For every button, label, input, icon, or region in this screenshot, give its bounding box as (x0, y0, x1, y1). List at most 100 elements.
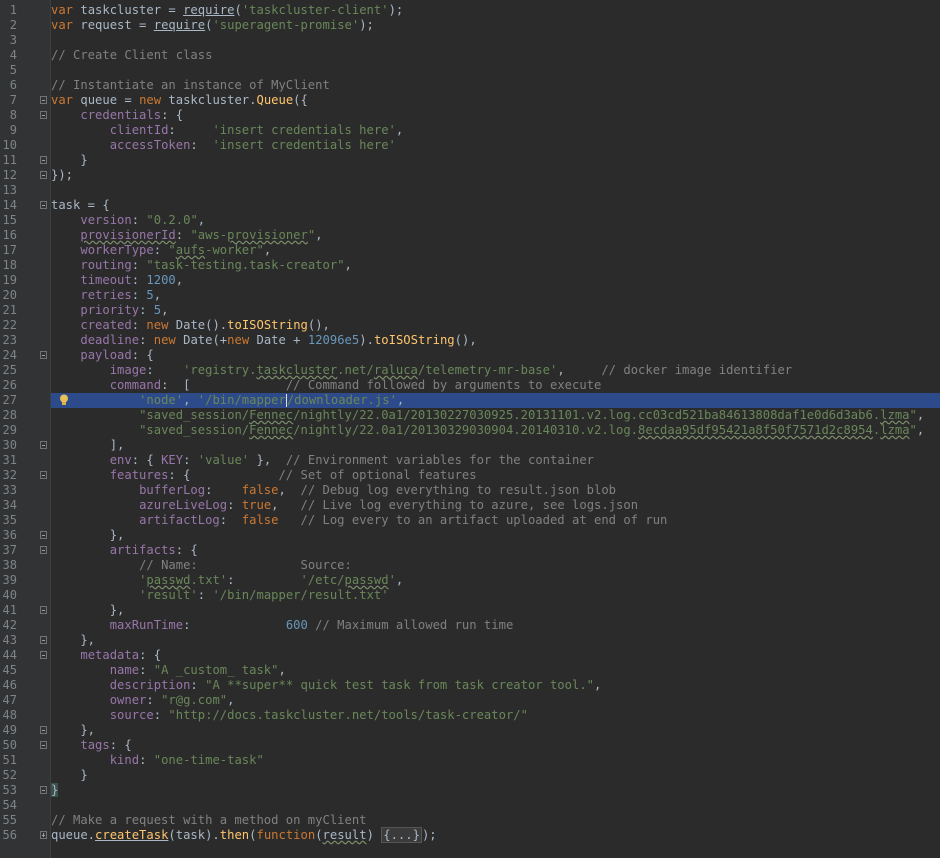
line-number: 30 (2, 438, 17, 452)
code-line[interactable]: 36 }, (0, 528, 940, 543)
lightbulb-icon[interactable] (59, 394, 69, 405)
code-token: function (256, 828, 316, 842)
fold-collapse-icon[interactable] (40, 351, 47, 359)
code-line[interactable]: 33 bufferLog: false, // Debug log everyt… (0, 483, 940, 498)
code-line[interactable]: 31 env: { KEY: 'value' }, // Environment… (0, 453, 940, 468)
code-token: 'result' (139, 588, 198, 602)
code-line[interactable]: 5 (0, 63, 940, 78)
code-line[interactable]: 38 // Name: Source: (0, 558, 940, 573)
line-number: 55 (2, 813, 17, 827)
code-line[interactable]: 1 var taskcluster = require('taskcluster-… (0, 3, 940, 18)
fold-collapse-icon[interactable] (40, 726, 47, 734)
code-line[interactable]: 54 (0, 798, 940, 813)
code-line[interactable]: 48 source: "http://docs.taskcluster.net/… (0, 708, 940, 723)
code-line[interactable]: 47 owner: "r@g.com", (0, 693, 940, 708)
code-line[interactable]: 8 credentials: { (0, 108, 940, 123)
code-line[interactable]: 39 'passwd.txt': '/etc/passwd', (0, 573, 940, 588)
code-line[interactable]: 40 'result': '/bin/mapper/result.txt' (0, 588, 940, 603)
code-line[interactable]: 32 features: { // Set of optional featur… (0, 468, 940, 483)
code-token: : (153, 708, 169, 722)
code-token: /downloader.js' (286, 393, 397, 407)
code-line[interactable]: 21 priority: 5, (0, 303, 940, 318)
code-line[interactable]: 55 // Make a request with a method on myC… (0, 813, 940, 828)
code-line[interactable]: 26 command: [ // Command followed by arg… (0, 378, 940, 393)
code-line[interactable]: 56 queue.createTask(task).then(function(r… (0, 827, 940, 843)
code-line[interactable]: 37 artifacts: { (0, 543, 940, 558)
code-line[interactable]: 7 var queue = new taskcluster.Queue({ (0, 93, 940, 108)
line-number: 49 (2, 723, 17, 737)
line-number: 28 (2, 408, 17, 422)
code-line[interactable]: 15 version: "0.2.0", (0, 213, 940, 228)
line-number: 2 (9, 18, 17, 32)
fold-expand-icon[interactable] (40, 831, 47, 839)
code-line[interactable]: 16 provisionerId: "aws-provisioner", (0, 228, 940, 243)
fold-collapse-icon[interactable] (40, 471, 47, 479)
code-line[interactable]: 50 tags: { (0, 738, 940, 753)
code-line[interactable]: 35 artifactLog: false // Log every to an… (0, 513, 940, 528)
code-token: metadata (80, 648, 140, 662)
code-token: 600 (285, 618, 308, 632)
fold-collapse-icon[interactable] (40, 546, 47, 554)
fold-collapse-icon[interactable] (40, 636, 47, 644)
code-line[interactable]: 10 accessToken: 'insert credentials here… (0, 138, 940, 153)
code-line[interactable]: 30 ], (0, 438, 940, 453)
code-line[interactable]: 20 retries: 5, (0, 288, 940, 303)
fold-collapse-icon[interactable] (40, 606, 47, 614)
code-line[interactable]: 13 (0, 183, 940, 198)
code-line[interactable]: 53} (0, 783, 940, 798)
code-text: features: { // Set of optional features (51, 468, 477, 483)
code-token: : { (131, 348, 154, 362)
code-line[interactable]: 46 description: "A **super** quick test … (0, 678, 940, 693)
code-line[interactable]: 23 deadline: new Date(+new Date + 12096e… (0, 333, 940, 348)
code-editor[interactable]: 1 var taskcluster = require('taskcluster-… (0, 0, 940, 858)
code-line[interactable]: 17 workerType: "aufs-worker", (0, 243, 940, 258)
fold-collapse-icon[interactable] (40, 156, 47, 164)
fold-collapse-icon[interactable] (40, 96, 47, 104)
code-line[interactable]: 22 created: new Date().toISOString(), (0, 318, 940, 333)
fold-collapse-icon[interactable] (40, 531, 47, 539)
fold-collapse-icon[interactable] (40, 741, 47, 749)
code-line[interactable]: 28 "saved_session/Fennec/nightly/22.0a1/… (0, 408, 940, 423)
code-line[interactable]: 42 maxRunTime: 600 // Maximum allowed ru… (0, 618, 940, 633)
code-line[interactable]: 14 task = { (0, 198, 940, 213)
code-line[interactable]: 25 image: 'registry.taskcluster.net/ralu… (0, 363, 940, 378)
fold-collapse-icon[interactable] (40, 201, 47, 209)
code-line[interactable]: 45 name: "A _custom_ task", (0, 663, 940, 678)
code-line[interactable]: 44 metadata: { (0, 648, 940, 663)
code-line[interactable]: 6 // Instantiate an instance of MyClient (0, 78, 940, 93)
fold-collapse-icon[interactable] (40, 441, 47, 449)
code-line[interactable]: 12}); (0, 168, 940, 183)
code-line[interactable]: 49 }, (0, 723, 940, 738)
folded-code-placeholder[interactable]: {...} (381, 827, 422, 843)
line-number: 38 (2, 558, 17, 572)
fold-collapse-icon[interactable] (40, 651, 47, 659)
code-line[interactable]: 34 azureLiveLog: true, // Live log every… (0, 498, 940, 513)
fold-collapse-icon[interactable] (40, 171, 47, 179)
code-token: "0.2.0" (146, 213, 198, 227)
code-line[interactable]: 51 kind: "one-time-task" (0, 753, 940, 768)
code-line[interactable]: 18 routing: "task-testing.task-creator", (0, 258, 940, 273)
code-token: deadline (80, 333, 140, 347)
code-line[interactable]: 2 var request = require('superagent-promi… (0, 18, 940, 33)
code-line[interactable]: 29 "saved_session/Fennec/nightly/22.0a1/… (0, 423, 940, 438)
code-token: KEY (161, 453, 184, 467)
code-line[interactable]: 4 // Create Client class (0, 48, 940, 63)
code-token: : (197, 588, 213, 602)
code-line[interactable]: 9 clientId: 'insert credentials here', (0, 123, 940, 138)
code-line[interactable]: 41 }, (0, 603, 940, 618)
code-line[interactable]: 19 timeout: 1200, (0, 273, 940, 288)
code-token: 'node' (139, 393, 184, 407)
fold-collapse-icon[interactable] (40, 786, 47, 794)
fold-collapse-icon[interactable] (40, 111, 47, 119)
code-line[interactable]: 11 } (0, 153, 940, 168)
code-line[interactable]: 27 'node', '/bin/mapper/downloader.js', (0, 393, 940, 408)
code-line[interactable]: 3 (0, 33, 940, 48)
code-line[interactable]: 43 }, (0, 633, 940, 648)
code-line[interactable]: 24 payload: { (0, 348, 940, 363)
code-token: " (168, 243, 176, 257)
code-line[interactable]: 52 } (0, 768, 940, 783)
code-token: /telemetry-mr-base' (417, 363, 558, 377)
code-text: routing: "task-testing.task-creator", (51, 258, 352, 273)
